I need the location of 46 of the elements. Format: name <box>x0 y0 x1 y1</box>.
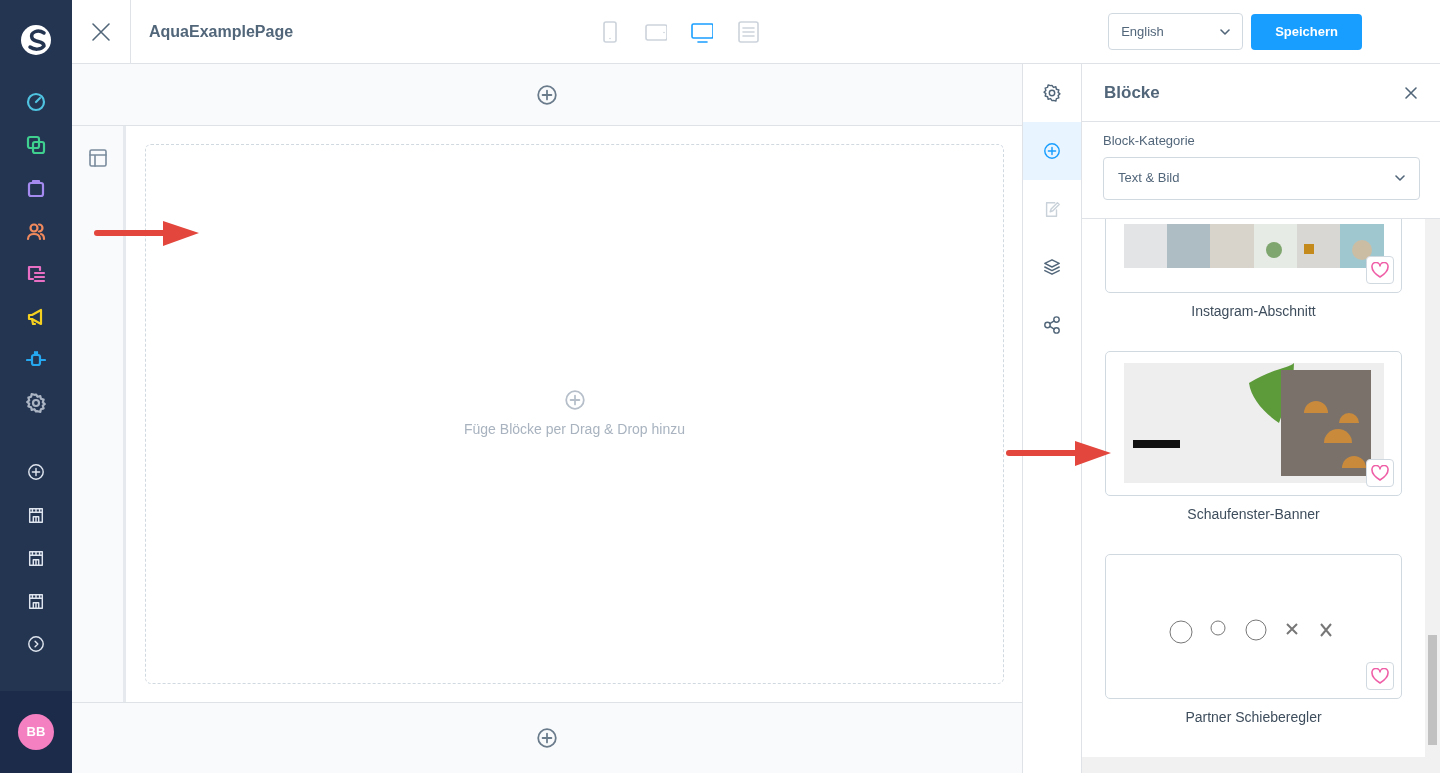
chevron-down-icon <box>1220 28 1231 35</box>
field-label: Block-Kategorie <box>1103 132 1195 150</box>
category-select[interactable]: Text & Bild <box>1103 156 1420 200</box>
layers-icon <box>1043 258 1061 276</box>
close-icon <box>1404 85 1418 100</box>
scrollbar[interactable] <box>1425 218 1440 757</box>
favorite-button[interactable] <box>1366 662 1394 690</box>
user-avatar[interactable]: BB <box>18 714 54 750</box>
add-section-button[interactable] <box>536 83 558 106</box>
edit-note-icon <box>1043 200 1061 218</box>
close-icon <box>91 21 111 42</box>
heart-icon <box>1371 464 1389 481</box>
block-card[interactable] <box>1105 350 1402 496</box>
storefront-icon <box>27 505 45 524</box>
plus-circle-icon <box>536 83 558 106</box>
logo-icon <box>19 23 53 57</box>
language-select[interactable]: English <box>1108 13 1244 50</box>
share-nodes-icon <box>1043 316 1061 334</box>
add-section-button[interactable] <box>536 727 558 749</box>
page-title: AquaExamplePage <box>148 21 295 42</box>
save-button[interactable]: Speichern <box>1251 13 1362 50</box>
monitor-icon <box>691 20 713 43</box>
chevron-circle-icon <box>27 634 45 653</box>
block-name: Schaufenster-Banner <box>1186 504 1321 524</box>
block-name: Instagram-Abschnitt <box>1190 301 1317 321</box>
panel-title: Blöcke <box>1104 81 1160 104</box>
plus-circle-icon <box>563 388 586 411</box>
plus-circle-icon <box>536 727 558 749</box>
storefront-icon <box>27 591 45 610</box>
heart-icon <box>1371 261 1389 278</box>
plus-circle-icon <box>27 462 45 481</box>
plus-circle-icon <box>1043 142 1061 160</box>
heart-icon <box>1371 668 1389 684</box>
document-icon <box>737 20 759 43</box>
layout-icon <box>87 148 108 168</box>
block-name: Partner Schieberegler <box>1184 708 1323 727</box>
scrollbar-thumb[interactable] <box>1428 635 1437 745</box>
close-button[interactable] <box>1404 85 1418 100</box>
gear-icon <box>1043 84 1061 102</box>
chevron-down-icon <box>1395 175 1405 181</box>
favorite-button[interactable] <box>1366 255 1394 284</box>
drop-hint: Füge Blöcke per Drag & Drop hinzu <box>464 419 685 439</box>
storefront-icon <box>27 548 45 567</box>
favorite-button[interactable] <box>1366 458 1394 487</box>
scrollbar[interactable] <box>1082 757 1440 773</box>
sidebar-tab[interactable] <box>1023 122 1081 180</box>
